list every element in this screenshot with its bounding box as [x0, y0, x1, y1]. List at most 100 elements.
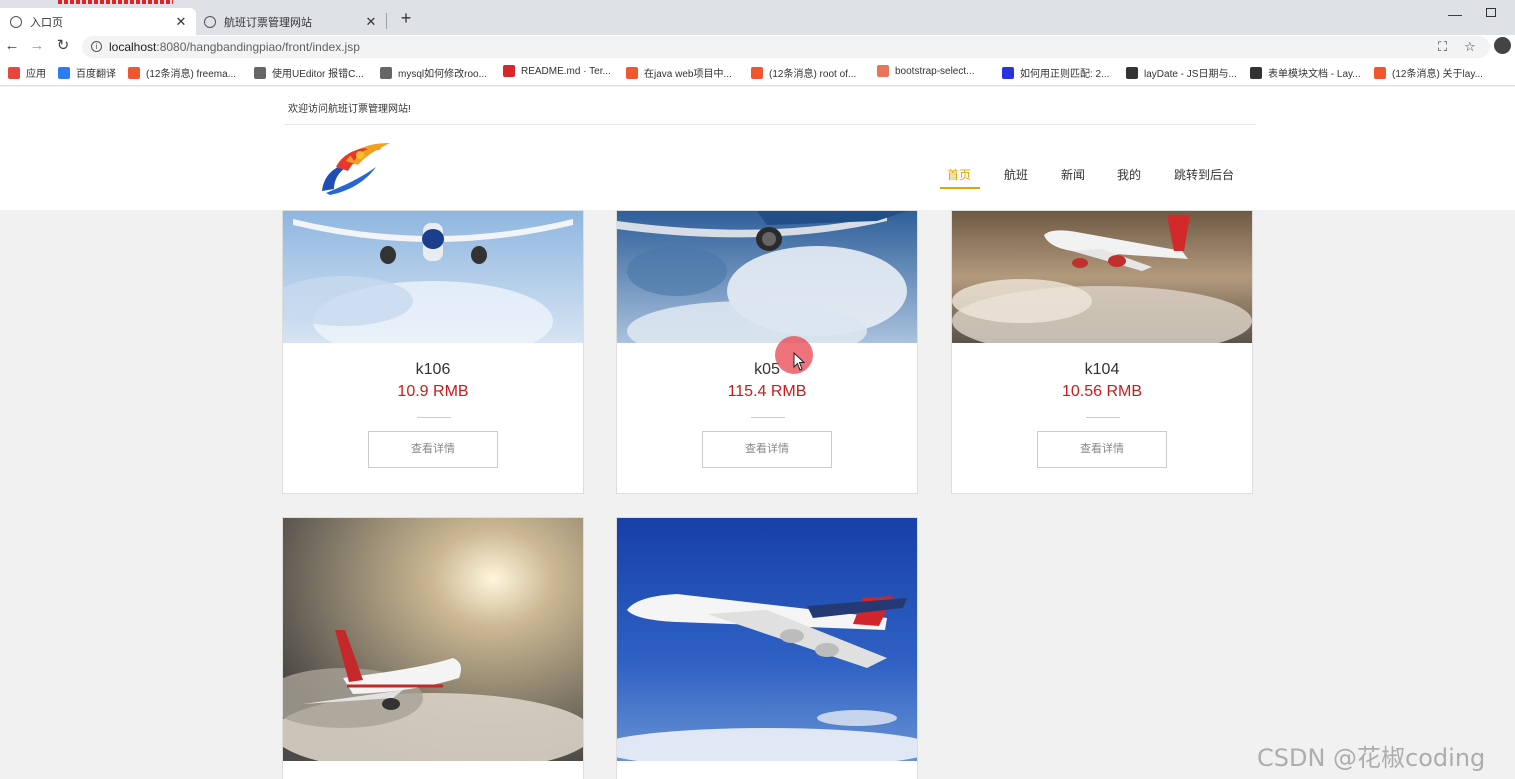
nav-admin[interactable]: 跳转到后台 [1174, 166, 1234, 183]
bookmark-item[interactable]: layDate - JS日期与... [1126, 65, 1237, 80]
bookmark-label: (12条消息) 关于lay... [1392, 69, 1483, 80]
flight-image[interactable] [283, 211, 583, 343]
flight-image[interactable] [617, 211, 917, 343]
flight-name: k104 [1084, 361, 1120, 378]
star-icon[interactable]: ☆ [1464, 39, 1476, 55]
view-details-button[interactable]: 查看详情 [368, 431, 498, 468]
bookmark-label: 表单模块文档 - Lay... [1268, 69, 1361, 80]
csdn-icon [751, 66, 763, 79]
tab-title: 入口页 [30, 16, 63, 29]
bookmark-item[interactable]: (12条消息) root of... [751, 65, 856, 80]
nav-active-underline [940, 187, 980, 189]
bookmark-item[interactable]: 表单模块文档 - Lay... [1250, 65, 1361, 80]
site-logo[interactable] [316, 137, 394, 197]
bookmark-label: 在java web项目中... [644, 69, 732, 80]
address-bar[interactable]: i localhost:8080/hangbandingpiao/front/i… [82, 36, 1490, 58]
browser-toolbar: ← → ↻ i localhost:8080/hangbandingpiao/f… [0, 35, 1515, 59]
close-tab-icon[interactable]: ✕ [362, 14, 380, 30]
bookmark-label: 百度翻译 [76, 69, 116, 80]
apps-grid-icon [8, 66, 20, 79]
bookmark-item[interactable]: bootstrap-select... [877, 65, 974, 77]
watermark: CSDN @花椒coding [1257, 744, 1486, 772]
minimize-icon[interactable]: — [1448, 6, 1462, 22]
site-header: 欢迎访问航班订票管理网站! 首页 航班 新闻 我的 跳转到后台 [0, 87, 1515, 210]
translate-icon[interactable]: ⛶ [1438, 39, 1447, 55]
gitee-icon [503, 65, 515, 77]
script-icon [254, 66, 266, 79]
spellcheck-squiggle [58, 0, 173, 4]
site-icon [204, 15, 216, 28]
bookmark-item[interactable]: 如何用正则匹配: 2... [1002, 65, 1109, 80]
flight-name: k05 [754, 361, 780, 378]
profile-icon[interactable] [1494, 37, 1511, 54]
new-tab-button[interactable]: + [396, 8, 416, 28]
flight-card: k106 10.9 RMB 查看详情 [282, 210, 584, 494]
bookmark-item[interactable]: (12条消息) freema... [128, 65, 236, 80]
flight-card: k104 10.56 RMB 查看详情 [951, 210, 1253, 494]
csdn-icon [1374, 66, 1386, 79]
tab-title: 航班订票管理网站 [224, 16, 312, 29]
bookmark-item[interactable]: 使用UEditor 报错C... [254, 65, 364, 80]
bookmark-item[interactable]: mysql如何修改roo... [380, 65, 487, 80]
bookmark-item[interactable]: 百度翻译 [58, 65, 116, 80]
bookmark-label: layDate - JS日期与... [1144, 69, 1237, 80]
url-text[interactable]: localhost:8080/hangbandingpiao/front/ind… [109, 40, 360, 54]
bookmarks-bar: 应用 百度翻译 (12条消息) freema... 使用UEditor 报错C... m… [0, 59, 1515, 86]
welcome-text: 欢迎访问航班订票管理网站! [288, 104, 411, 115]
restore-icon[interactable] [1486, 8, 1496, 17]
flight-price: 10.56 RMB [1061, 383, 1143, 400]
card-divider [751, 417, 785, 418]
browser-tab-active[interactable]: 入口页 ✕ [0, 8, 196, 35]
nav-home[interactable]: 首页 [947, 166, 971, 183]
flight-price: 115.4 RMB [727, 383, 807, 400]
flight-card [282, 517, 584, 779]
mouse-cursor-icon [793, 352, 806, 371]
layui-icon [1126, 66, 1138, 79]
bookmark-label: bootstrap-select... [895, 65, 975, 77]
close-tab-icon[interactable]: ✕ [172, 14, 190, 30]
bookmark-label: README.md · Ter... [521, 65, 611, 77]
bookmark-label: 应用 [26, 69, 46, 80]
translate-icon [58, 66, 70, 79]
script-icon [380, 66, 392, 79]
bookmark-item[interactable]: (12条消息) 关于lay... [1374, 65, 1483, 80]
view-details-button[interactable]: 查看详情 [1037, 431, 1167, 468]
header-divider [284, 124, 1256, 125]
back-icon[interactable]: ← [3, 37, 21, 55]
flight-name: k106 [415, 361, 451, 378]
info-icon[interactable]: i [91, 41, 102, 52]
globe-icon [10, 15, 22, 28]
browser-tab-bar: 入口页 ✕ 航班订票管理网站 ✕ + — [0, 0, 1515, 35]
bookmark-item[interactable]: 应用 [8, 65, 46, 80]
jianshu-icon [877, 65, 889, 77]
forward-icon[interactable]: → [28, 37, 46, 55]
bookmark-label: (12条消息) freema... [146, 69, 237, 80]
bookmark-item[interactable]: README.md · Ter... [503, 65, 611, 77]
flight-price: 10.9 RMB [397, 383, 469, 400]
reload-icon[interactable]: ↻ [54, 37, 72, 55]
layui-icon [1250, 66, 1262, 79]
card-divider [417, 417, 451, 418]
flight-card [616, 517, 918, 779]
csdn-icon [128, 66, 140, 79]
flight-image[interactable] [283, 518, 583, 761]
flight-image[interactable] [952, 211, 1252, 343]
nav-news[interactable]: 新闻 [1061, 166, 1085, 183]
baidu-icon [1002, 66, 1014, 79]
url-path: :8080/hangbandingpiao/front/index.jsp [156, 40, 360, 54]
card-divider [1086, 417, 1120, 418]
view-details-button[interactable]: 查看详情 [702, 431, 832, 468]
bookmark-item[interactable]: 在java web项目中... [626, 65, 732, 80]
flight-card: k05 115.4 RMB 查看详情 [616, 210, 918, 494]
bookmark-label: (12条消息) root of... [769, 69, 857, 80]
bookmark-label: 如何用正则匹配: 2... [1020, 69, 1110, 80]
nav-mine[interactable]: 我的 [1117, 166, 1141, 183]
flight-image[interactable] [617, 518, 917, 761]
url-host: localhost [109, 40, 157, 54]
bookmark-label: mysql如何修改roo... [398, 69, 487, 80]
csdn-icon [626, 66, 638, 79]
nav-flights[interactable]: 航班 [1004, 166, 1028, 183]
tab-separator [386, 13, 387, 29]
browser-tab-inactive[interactable]: 航班订票管理网站 ✕ [196, 8, 386, 35]
bookmark-label: 使用UEditor 报错C... [272, 69, 364, 80]
